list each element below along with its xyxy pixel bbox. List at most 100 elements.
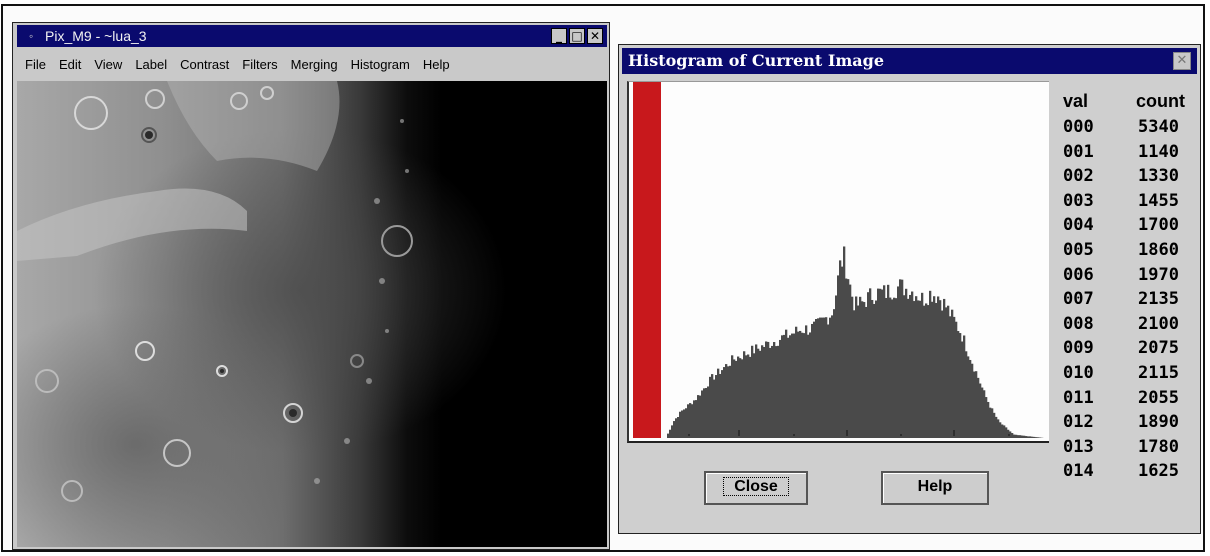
table-body: 000 5340 001 1140 002 1330 003 1455 004 1700 005 18… bbox=[1063, 115, 1195, 484]
histogram-bar bbox=[767, 341, 770, 438]
histogram-window-titlebar[interactable]: Histogram of Current Image ✕ bbox=[622, 48, 1197, 74]
image-window-titlebar[interactable]: ◦ Pix_M9 - ~lua_3 _ □ ✕ bbox=[17, 25, 607, 47]
histogram-bar bbox=[941, 310, 944, 438]
histogram-bar bbox=[791, 333, 794, 438]
histogram-bar bbox=[813, 321, 816, 438]
window-menu-icon[interactable]: ◦ bbox=[29, 25, 33, 47]
histogram-bar bbox=[859, 296, 862, 438]
histogram-bar bbox=[957, 331, 960, 438]
histogram-bar bbox=[695, 400, 698, 438]
menu-view[interactable]: View bbox=[94, 57, 122, 72]
histogram-bar bbox=[831, 315, 834, 438]
table-row: 010 2115 bbox=[1063, 361, 1195, 386]
histogram-bar bbox=[1027, 436, 1030, 438]
histogram-bar bbox=[751, 345, 754, 438]
histogram-bar bbox=[979, 383, 982, 438]
histogram-bar bbox=[729, 365, 732, 438]
row-count: 1780 bbox=[1138, 436, 1179, 457]
histogram-bar bbox=[669, 429, 672, 438]
histogram-bar bbox=[723, 367, 726, 438]
menu-filters[interactable]: Filters bbox=[242, 57, 277, 72]
row-val: 013 bbox=[1063, 436, 1094, 457]
histogram-bar bbox=[861, 301, 864, 438]
histogram-bar bbox=[949, 316, 952, 438]
histogram-bar bbox=[1033, 436, 1036, 438]
table-row: 011 2055 bbox=[1063, 386, 1195, 411]
moon-image-graphic bbox=[17, 81, 607, 547]
histogram-bar bbox=[825, 317, 828, 438]
table-row: 013 1780 bbox=[1063, 435, 1195, 460]
row-val: 014 bbox=[1063, 461, 1094, 482]
menu-label[interactable]: Label bbox=[135, 57, 167, 72]
histogram-bar bbox=[771, 345, 774, 438]
window-controls: _ □ ✕ bbox=[551, 28, 603, 44]
histogram-bar bbox=[711, 374, 714, 438]
histogram-bar bbox=[681, 410, 684, 438]
histogram-bar bbox=[765, 341, 768, 438]
histogram-bar bbox=[873, 303, 876, 438]
moon-image[interactable] bbox=[17, 81, 607, 547]
histogram-bar bbox=[993, 412, 996, 438]
histogram-bar bbox=[1001, 424, 1004, 438]
histogram-bar bbox=[687, 404, 690, 438]
histogram-bar bbox=[857, 305, 860, 438]
row-val: 008 bbox=[1063, 313, 1094, 334]
histogram-bar bbox=[891, 299, 894, 438]
histogram-bar bbox=[883, 285, 886, 438]
histogram-bar bbox=[969, 359, 972, 438]
histogram-bar bbox=[829, 317, 832, 438]
histogram-bar bbox=[671, 425, 674, 438]
histogram-window-title: Histogram of Current Image bbox=[628, 51, 885, 70]
histogram-bar bbox=[713, 379, 716, 438]
histogram-bar bbox=[805, 325, 808, 438]
histogram-bar bbox=[931, 301, 934, 438]
histogram-bar bbox=[727, 366, 730, 438]
row-val: 007 bbox=[1063, 289, 1094, 310]
close-button[interactable]: Close bbox=[704, 471, 808, 505]
row-count: 2135 bbox=[1138, 289, 1179, 310]
histogram-bar bbox=[911, 291, 914, 438]
histogram-bar bbox=[851, 296, 854, 438]
row-count: 1625 bbox=[1138, 461, 1179, 482]
histogram-bar bbox=[679, 411, 682, 438]
histogram-bar bbox=[819, 317, 822, 438]
table-row: 012 1890 bbox=[1063, 410, 1195, 435]
menu-histogram[interactable]: Histogram bbox=[351, 57, 410, 72]
histogram-bar bbox=[1013, 434, 1016, 438]
table-row: 014 1625 bbox=[1063, 459, 1195, 484]
histogram-window: Histogram of Current Image ✕ Close Help … bbox=[618, 44, 1201, 534]
histogram-bar bbox=[785, 329, 788, 438]
menu-merging[interactable]: Merging bbox=[291, 57, 338, 72]
minimize-icon[interactable]: _ bbox=[551, 28, 567, 44]
row-count: 2055 bbox=[1138, 387, 1179, 408]
histogram-bar bbox=[887, 284, 890, 438]
menu-contrast[interactable]: Contrast bbox=[180, 57, 229, 72]
histogram-bar bbox=[1037, 437, 1040, 438]
histogram-bar bbox=[789, 335, 792, 438]
histogram-bar bbox=[909, 294, 912, 438]
histogram-bar bbox=[863, 302, 866, 438]
histogram-bar bbox=[691, 404, 694, 438]
histogram-bar bbox=[725, 364, 728, 438]
row-count: 1700 bbox=[1138, 215, 1179, 236]
histogram-bar bbox=[715, 375, 718, 438]
histogram-bar bbox=[717, 368, 720, 438]
histogram-plot bbox=[633, 82, 1044, 438]
menu-help[interactable]: Help bbox=[423, 57, 450, 72]
histogram-bar bbox=[721, 370, 724, 438]
histogram-bar bbox=[795, 326, 798, 438]
maximize-icon[interactable]: □ bbox=[569, 28, 585, 44]
histogram-bar bbox=[737, 356, 740, 438]
help-button[interactable]: Help bbox=[881, 471, 989, 505]
histogram-bar bbox=[763, 346, 766, 438]
row-val: 002 bbox=[1063, 166, 1094, 187]
menu-file[interactable]: File bbox=[25, 57, 46, 72]
histogram-bar bbox=[755, 344, 758, 438]
histogram-bar bbox=[967, 356, 970, 438]
close-icon[interactable]: ✕ bbox=[1173, 52, 1191, 70]
close-icon[interactable]: ✕ bbox=[587, 28, 603, 44]
row-count: 2115 bbox=[1138, 362, 1179, 383]
menu-edit[interactable]: Edit bbox=[59, 57, 81, 72]
selected-bin-bar[interactable] bbox=[633, 82, 661, 438]
histogram-bar bbox=[697, 395, 700, 438]
